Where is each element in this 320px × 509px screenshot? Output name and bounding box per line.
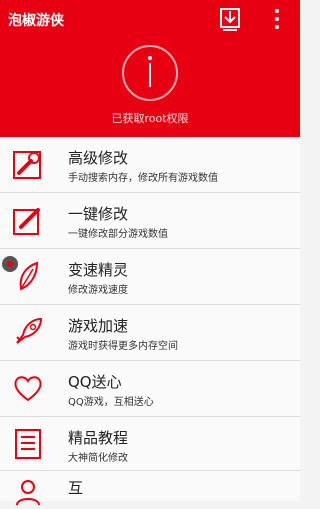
floating-assist-icon[interactable] xyxy=(2,256,18,272)
info-bar xyxy=(149,63,151,87)
list-item-game-boost[interactable]: 游戏加速 游戏时获得更多内存空间 xyxy=(0,305,300,361)
list-item-label: 游戏加速 xyxy=(68,317,129,335)
feature-list: 高级修改 手动搜索内存，修改所有游戏数值 一键修改 一键修改部分游戏数值 变速精… xyxy=(0,137,300,473)
list-item-qq-heart[interactable]: QQ送心 QQ游戏，互相送心 xyxy=(0,361,300,417)
list-item-desc: 游戏时获得更多内存空间 xyxy=(68,341,178,352)
list-item-label: 互 xyxy=(68,479,84,497)
more-vertical-icon[interactable] xyxy=(270,6,284,32)
list-item-advanced-modify[interactable]: 高级修改 手动搜索内存，修改所有游戏数值 xyxy=(0,137,300,193)
list-item-one-click-modify[interactable]: 一键修改 一键修改部分游戏数值 xyxy=(0,193,300,249)
list-item-label: 变速精灵 xyxy=(68,261,129,279)
list-icon xyxy=(15,429,41,459)
list-item-label: QQ送心 xyxy=(68,373,122,391)
edit-pencil-icon xyxy=(13,208,40,235)
list-item-label: 精品教程 xyxy=(68,429,129,447)
root-status-text: 已获取root权限 xyxy=(111,112,189,125)
list-item-desc: QQ游戏，互相送心 xyxy=(68,397,154,408)
app-header: 泡椒游侠 已获取root权限 xyxy=(0,0,300,137)
list-item-desc: 手动搜索内存，修改所有游戏数值 xyxy=(68,173,218,184)
rocket-icon xyxy=(16,317,43,344)
list-item-tutorials[interactable]: 精品教程 大神简化修改 xyxy=(0,417,300,473)
heart-icon xyxy=(14,376,42,402)
list-item-desc: 修改游戏速度 xyxy=(68,285,128,296)
app-title: 泡椒游侠 xyxy=(8,13,64,29)
list-item-label: 高级修改 xyxy=(68,149,129,167)
list-item-desc: 大神简化修改 xyxy=(68,453,128,464)
list-item-label: 一键修改 xyxy=(68,205,129,223)
list-item-desc: 一键修改部分游戏数值 xyxy=(68,229,168,240)
list-item-partial[interactable]: 互 xyxy=(0,470,300,506)
download-icon[interactable] xyxy=(217,6,243,32)
wrench-icon xyxy=(13,151,41,179)
list-item-speed-wizard[interactable]: 变速精灵 修改游戏速度 xyxy=(0,249,300,305)
info-dot xyxy=(148,56,152,60)
people-icon xyxy=(16,480,40,506)
